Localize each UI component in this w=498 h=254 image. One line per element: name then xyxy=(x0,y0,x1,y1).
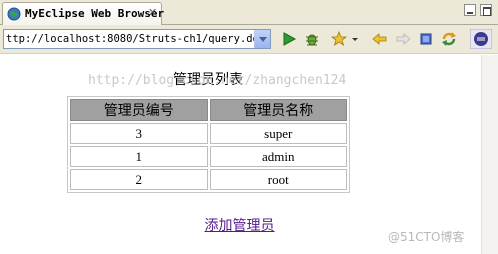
minimize-button[interactable] xyxy=(464,4,476,16)
back-arrow-icon[interactable] xyxy=(372,31,388,47)
cell-admin-id: 3 xyxy=(70,123,208,144)
close-icon[interactable]: ✕ xyxy=(148,7,158,19)
cell-admin-id: 1 xyxy=(70,146,208,167)
globe-icon xyxy=(7,7,21,21)
go-icon[interactable] xyxy=(281,31,297,47)
table-row: 2 root xyxy=(70,169,347,190)
page-title: 管理员列表 xyxy=(173,72,243,88)
url-combo[interactable] xyxy=(3,29,271,49)
vertical-scrollbar[interactable] xyxy=(481,55,498,254)
forward-arrow-icon[interactable] xyxy=(395,31,411,47)
browser-tab[interactable]: MyEclipse Web Browser ✕ xyxy=(2,2,165,25)
table-row: 1 admin xyxy=(70,146,347,167)
cell-admin-name: admin xyxy=(209,146,347,167)
table-row: 3 super xyxy=(70,123,347,144)
view-tab-bar: MyEclipse Web Browser ✕ xyxy=(0,0,498,25)
corner-watermark: @51CTO博客 xyxy=(388,230,465,244)
bookmark-star-icon[interactable] xyxy=(331,31,347,47)
debug-bug-icon[interactable] xyxy=(304,31,320,47)
browser-toolbar xyxy=(0,25,498,54)
column-header-id: 管理员编号 xyxy=(70,99,208,121)
browser-content: 管理员列表 管理员编号 管理员名称 3 super 1 admin 2 root… xyxy=(0,55,498,254)
refresh-icon[interactable] xyxy=(441,31,457,47)
cell-admin-id: 2 xyxy=(70,169,208,190)
eclipse-logo-icon xyxy=(470,29,492,49)
stop-icon[interactable] xyxy=(418,31,434,47)
url-input[interactable] xyxy=(4,30,254,48)
admin-table: 管理员编号 管理员名称 3 super 1 admin 2 root xyxy=(67,96,350,193)
url-dropdown-button[interactable] xyxy=(254,30,270,48)
cell-admin-name: super xyxy=(209,123,347,144)
tab-title: MyEclipse Web Browser xyxy=(25,7,165,20)
chevron-down-icon[interactable] xyxy=(351,31,359,47)
table-header-row: 管理员编号 管理员名称 xyxy=(70,99,347,121)
maximize-button[interactable] xyxy=(480,4,492,16)
cell-admin-name: root xyxy=(209,169,347,190)
column-header-name: 管理员名称 xyxy=(209,99,347,121)
